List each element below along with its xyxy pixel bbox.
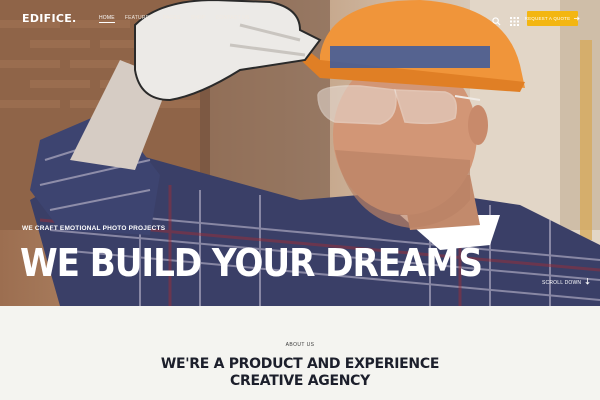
about-label: ABOUT US (285, 342, 315, 348)
request-quote-button[interactable]: REQUEST A QUOTE (524, 11, 580, 26)
request-quote-label: REQUEST A QUOTE (524, 16, 571, 21)
about-title-line2: CREATIVE AGENCY (230, 373, 370, 389)
search-icon[interactable] (492, 13, 501, 26)
nav-home[interactable]: HOME (99, 15, 115, 23)
main-nav: HOME FEATURES PAGES SHOP CONTACT US (99, 15, 260, 23)
nav-contact-us[interactable]: CONTACT US (216, 15, 250, 23)
nav-features[interactable]: FEATURES (125, 15, 153, 23)
scroll-down-label: SCROLL DOWN (542, 279, 582, 286)
logo[interactable]: EDIFICE. (22, 12, 77, 25)
hero-section: EDIFICE. HOME FEATURES PAGES SHOP CONTAC… (0, 0, 600, 306)
about-title: WE'RE A PRODUCT AND EXPERIENCE CREATIVE … (0, 356, 600, 390)
hero-tagline: WE CRAFT EMOTIONAL PHOTO PROJECTS (22, 225, 166, 232)
grid-menu-icon[interactable] (510, 13, 519, 26)
about-section: ABOUT US WE'RE A PRODUCT AND EXPERIENCE … (0, 306, 600, 400)
hero-headline: WE BUILD YOUR DREAMS (20, 241, 483, 285)
site-header: EDIFICE. HOME FEATURES PAGES SHOP CONTAC… (0, 0, 600, 36)
nav-pages[interactable]: PAGES (163, 15, 181, 23)
about-title-line1: WE'RE A PRODUCT AND EXPERIENCE (160, 356, 440, 372)
nav-shop[interactable]: SHOP (191, 15, 206, 23)
arrow-right-icon (574, 16, 580, 22)
scroll-down-link[interactable]: SCROLL DOWN (542, 278, 590, 287)
arrow-down-icon (585, 278, 590, 287)
